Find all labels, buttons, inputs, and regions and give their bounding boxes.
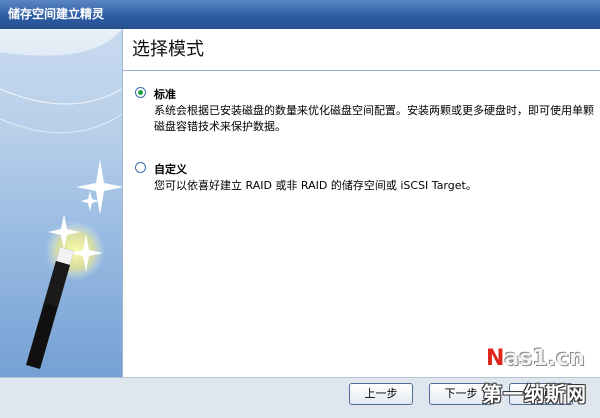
standard-radio[interactable] [135,87,146,98]
magic-wand-illustration [0,29,122,377]
option-custom[interactable]: 自定义 您可以依喜好建立 RAID 或非 RAID 的储存空间或 iSCSI T… [135,161,595,201]
option-custom-label: 自定义 [154,163,187,176]
option-standard-label: 标准 [154,88,176,101]
wizard-window: 储存空间建立精灵 选择模式 标准 系统会根据已安装磁盘的数量来优化磁盘空间配置。… [0,0,600,418]
option-standard[interactable]: 标准 系统会根据已安装磁盘的数量来优化磁盘空间配置。安装两颗或更多硬盘时，即可使… [135,86,595,136]
custom-radio[interactable] [135,162,146,173]
option-standard-description: 系统会根据已安装磁盘的数量来优化磁盘空间配置。安装两颗或更多硬盘时，即可使用单颗… [154,104,594,133]
prev-button[interactable]: 上一步 [349,383,413,405]
wizard-footer: 上一步 下一步 取消 [0,377,600,418]
wizard-content: 选择模式 标准 系统会根据已安装磁盘的数量来优化磁盘空间配置。安装两颗或更多硬盘… [122,29,600,377]
page-heading: 选择模式 [123,29,600,71]
next-button[interactable]: 下一步 [429,383,493,405]
option-custom-description: 您可以依喜好建立 RAID 或非 RAID 的储存空间或 iSCSI Targe… [154,179,477,192]
wizard-illustration [0,29,122,377]
cancel-button[interactable]: 取消 [509,383,573,405]
window-title: 储存空间建立精灵 [0,0,600,29]
